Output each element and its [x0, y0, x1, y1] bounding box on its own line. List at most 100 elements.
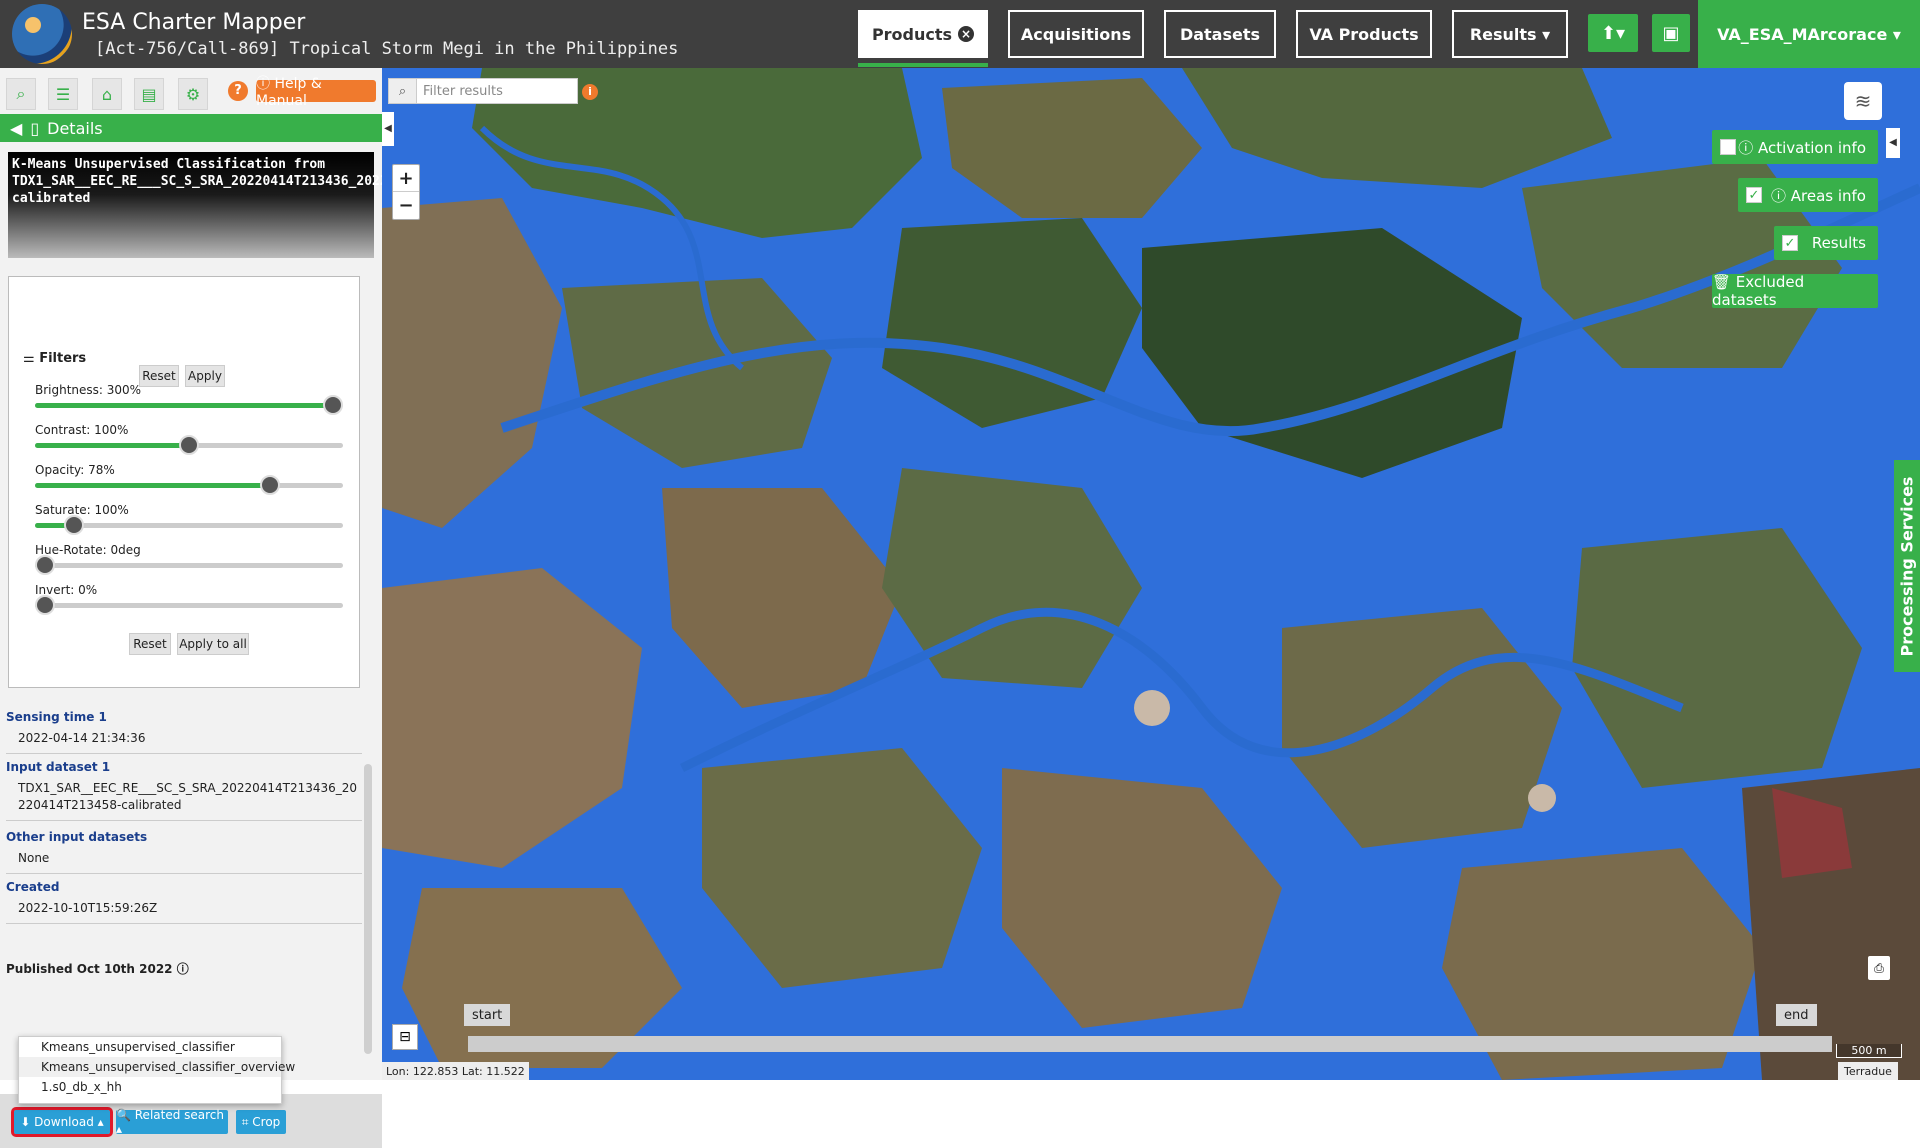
activation-info-toggle[interactable]: ⓘ Activation info: [1712, 130, 1878, 164]
layers-icon[interactable]: ≋: [1844, 82, 1882, 120]
hue-rotate-label: Hue-Rotate: 0deg: [35, 543, 141, 557]
filter-results-placeholder: Filter results: [423, 83, 503, 99]
nav-products[interactable]: Products ×: [858, 10, 988, 58]
briefcase-icon: ▣: [1662, 22, 1680, 44]
dataset-title: K-Means Unsupervised Classification from…: [8, 152, 482, 258]
results-checkbox[interactable]: ✓: [1782, 235, 1798, 251]
created-section: Created 2022-10-10T15:59:26Z: [6, 880, 362, 924]
saturate-knob[interactable]: [63, 515, 84, 535]
app-title: ESA Charter Mapper: [82, 10, 306, 35]
help-manual-button[interactable]: ⓘ Help & Manual: [256, 76, 376, 109]
nav-results[interactable]: Results ▾: [1452, 10, 1568, 58]
nav-active-indicator: [858, 63, 988, 67]
sliders-icon: ⚌: [23, 351, 40, 366]
search-icon[interactable]: ⌕: [6, 78, 36, 110]
help-question-icon[interactable]: ?: [228, 81, 248, 101]
basket-icon[interactable]: ⌂: [92, 78, 122, 110]
brightness-knob[interactable]: [323, 395, 343, 415]
activation-info-label: ⓘ Activation info: [1738, 138, 1866, 157]
areas-info-toggle[interactable]: ✓ ⓘ Areas info: [1738, 178, 1878, 212]
nav-products-label: Products: [871, 24, 953, 44]
published-section: Published Oct 10th 2022 ⓘ: [6, 960, 362, 977]
gear-icon[interactable]: ⚙: [178, 78, 208, 110]
timeline-end[interactable]: end: [1776, 1004, 1817, 1026]
sensing-time-key: Sensing time 1: [6, 710, 107, 724]
download-dropdown: Kmeans_unsupervised_classifier Kmeans_un…: [18, 1036, 295, 1104]
user-menu[interactable]: VA_ESA_MArcorace ▾: [1698, 0, 1920, 68]
excluded-datasets-button[interactable]: 🗑 Excluded datasets: [1712, 273, 1878, 309]
other-input-key: Other input datasets: [6, 830, 148, 844]
details-bar[interactable]: ◀ ▯ Details: [0, 114, 382, 142]
invert-slider[interactable]: [35, 595, 343, 615]
activation-title: [Act-756/Call-869] Tropical Storm Megi i…: [95, 39, 679, 59]
created-value: 2022-10-10T15:59:26Z: [18, 901, 158, 915]
related-search-button[interactable]: 🔍 Related search ▴: [116, 1108, 228, 1136]
hue-rotate-slider[interactable]: [35, 555, 343, 575]
processing-services-tab[interactable]: Processing Services: [1894, 460, 1920, 672]
brightness-slider[interactable]: [35, 395, 343, 415]
opacity-knob[interactable]: [259, 475, 280, 495]
saturate-slider[interactable]: [35, 515, 343, 535]
sensing-time-section: Sensing time 1 2022-04-14 21:34:36: [6, 710, 362, 754]
areas-info-checkbox[interactable]: ✓: [1746, 187, 1762, 203]
map-imagery: [382, 68, 1920, 1080]
results-toggle[interactable]: ✓ Results: [1774, 226, 1878, 260]
crop-button[interactable]: ⌗ Crop: [236, 1110, 286, 1134]
filter-info-icon[interactable]: i: [582, 84, 598, 100]
areas-info-label: ⓘ Areas info: [1770, 186, 1866, 205]
nav-va-products[interactable]: VA Products: [1296, 10, 1432, 58]
timeline-start[interactable]: start: [464, 1004, 511, 1026]
zoom-out-button[interactable]: −: [393, 192, 419, 219]
other-input-section: Other input datasets None: [6, 830, 362, 874]
cursor-coordinates: Lon: 122.853 Lat: 11.522: [382, 1062, 529, 1080]
download-option-s0-db[interactable]: 1.s0_db_x_hh: [19, 1077, 281, 1097]
input-dataset-section: Input dataset 1 TDX1_SAR__EEC_RE___SC_S_…: [6, 760, 362, 821]
list-icon[interactable]: ☰: [48, 78, 78, 110]
apply-to-all-button[interactable]: Apply to all: [177, 633, 249, 655]
download-option-overview[interactable]: Kmeans_unsupervised_classifier_overview: [19, 1057, 295, 1077]
nav-datasets[interactable]: Datasets: [1164, 10, 1276, 58]
filters-title: ⚌ Filters: [23, 351, 86, 366]
download-option-classifier[interactable]: Kmeans_unsupervised_classifier: [19, 1037, 281, 1057]
filters-panel: Reset Apply ⚌ Filters Brightness: 300% C…: [8, 276, 360, 688]
published-text: Published Oct 10th 2022 ⓘ: [6, 962, 189, 976]
activation-info-checkbox[interactable]: [1720, 139, 1736, 155]
collapse-right-panel-icon[interactable]: ◀: [1886, 128, 1900, 158]
upload-menu-button[interactable]: ⬆▾: [1588, 14, 1638, 52]
close-icon[interactable]: ×: [958, 26, 975, 42]
print-icon[interactable]: ⎙: [1868, 956, 1890, 980]
calendar-icon[interactable]: ▤: [134, 78, 164, 110]
created-key: Created: [6, 880, 60, 894]
map-attribution[interactable]: Terradue: [1838, 1062, 1898, 1080]
left-panel: ⌕ ☰ ⌂ ▤ ⚙ ? ⓘ Help & Manual ◀ ▯ Details …: [0, 68, 482, 1148]
download-button[interactable]: ⬇ Download ▴: [11, 1107, 113, 1137]
reset-filters-button[interactable]: Reset: [129, 633, 171, 655]
top-header: ESA Charter Mapper [Act-756/Call-869] Tr…: [0, 0, 1920, 68]
filter-results-input[interactable]: ⌕ Filter results: [388, 78, 578, 104]
apply-top-button[interactable]: Apply: [185, 365, 225, 387]
back-chevron-icon[interactable]: ◀: [10, 119, 22, 138]
details-scrollbar[interactable]: [364, 764, 372, 1054]
other-input-value: None: [18, 851, 50, 865]
search-icon: ⌕: [389, 79, 417, 103]
nav-acquisitions[interactable]: Acquisitions: [1008, 10, 1144, 58]
invert-knob[interactable]: [35, 595, 55, 615]
opacity-slider[interactable]: [35, 475, 343, 495]
reset-top-button[interactable]: Reset: [139, 365, 179, 387]
collapse-left-panel-icon[interactable]: ◀: [382, 112, 394, 146]
scale-bar: 500 m: [1836, 1044, 1902, 1058]
contrast-label: Contrast: 100%: [35, 423, 129, 437]
contrast-slider[interactable]: [35, 435, 343, 455]
map-view[interactable]: ◀ ⌕ Filter results i + − ≋ ⓘ Activation …: [382, 68, 1920, 1080]
timeline-slider[interactable]: [468, 1036, 1832, 1052]
contrast-knob[interactable]: [179, 435, 199, 455]
hue-rotate-knob[interactable]: [35, 555, 55, 575]
timeline-toggle-icon[interactable]: ⊟: [392, 1024, 418, 1050]
briefcase-button[interactable]: ▣: [1652, 14, 1690, 52]
zoom-in-button[interactable]: +: [393, 165, 419, 192]
input-dataset-key: Input dataset 1: [6, 760, 111, 774]
zoom-control: + −: [392, 164, 420, 220]
processing-services-label: Processing Services: [1897, 476, 1917, 656]
details-label: Details: [47, 118, 103, 138]
opacity-label: Opacity: 78%: [35, 463, 115, 477]
